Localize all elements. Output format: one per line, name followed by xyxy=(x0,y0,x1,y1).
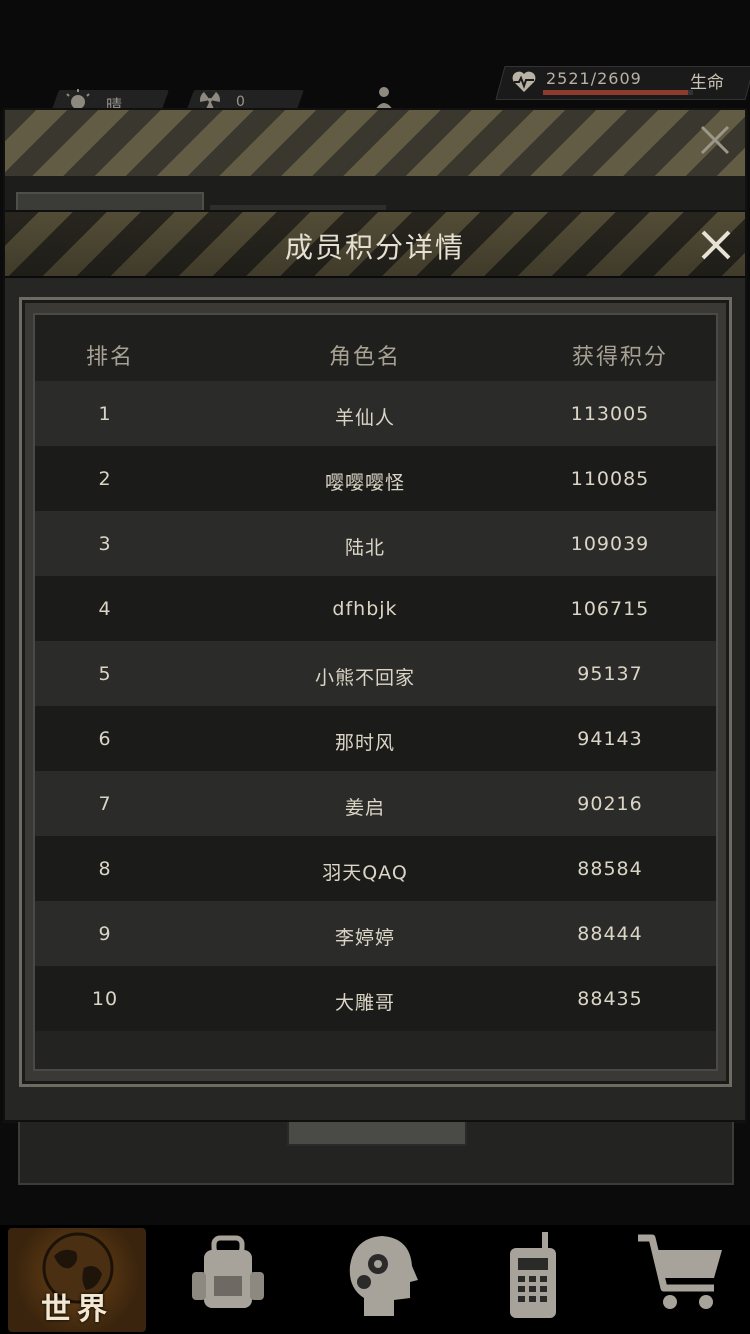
table-row: 3 陆北 109039 xyxy=(35,511,716,576)
score-cell: 94143 xyxy=(577,728,643,750)
name-cell: 嘤嘤嘤怪 xyxy=(324,472,405,494)
rank-cell: 4 xyxy=(98,598,112,620)
nav-world-label: 世界 xyxy=(41,1292,113,1327)
rank-cell: 9 xyxy=(98,923,112,945)
name-cell: dfhbjk xyxy=(332,598,398,620)
backpack-icon[interactable] xyxy=(182,1228,274,1320)
radio-icon[interactable] xyxy=(486,1228,578,1320)
rank-cell: 6 xyxy=(98,728,112,750)
rank-cell: 10 xyxy=(91,988,119,1010)
name-cell: 羽天QAQ xyxy=(322,862,408,884)
close-icon[interactable] xyxy=(699,228,733,262)
table-row: 4 dfhbjk 106715 xyxy=(35,576,716,641)
table-row: 2 嘤嘤嘤怪 110085 xyxy=(35,446,716,511)
table-row: 9 李婷婷 88444 xyxy=(35,901,716,966)
score-cell: 113005 xyxy=(570,403,650,425)
hp-bar-fill xyxy=(543,90,688,95)
hp-label: 生命 xyxy=(690,73,724,93)
table-rows: 1 羊仙人 113005 2 嘤嘤嘤怪 110085 3 陆北 109039 4 dfhbjk 106… xyxy=(35,381,716,1031)
background-button xyxy=(287,1120,467,1146)
hp-value: 2521/2609 xyxy=(546,69,642,88)
heartbeat-icon xyxy=(512,71,536,92)
name-cell: 大雕哥 xyxy=(334,992,395,1014)
score-table[interactable]: 排名 角色名 获得积分 1 羊仙人 113005 2 嘤嘤嘤怪 110085 3 陆北 1090… xyxy=(33,313,718,1071)
table-header: 排名 角色名 获得积分 xyxy=(35,315,716,381)
header-score: 获得积分 xyxy=(571,345,668,370)
rank-cell: 3 xyxy=(98,533,112,555)
score-cell: 106715 xyxy=(570,598,650,620)
name-cell: 那时风 xyxy=(334,732,395,754)
radiation-icon xyxy=(200,90,220,110)
rank-cell: 2 xyxy=(98,468,112,490)
header-rank: 排名 xyxy=(85,345,134,370)
table-row: 6 那时风 94143 xyxy=(35,706,716,771)
table-row: 7 姜启 90216 xyxy=(35,771,716,836)
weather-sun-icon xyxy=(66,89,90,108)
score-cell: 88444 xyxy=(577,923,643,945)
person-icon xyxy=(375,87,393,110)
table-row: 5 小熊不回家 95137 xyxy=(35,641,716,706)
name-cell: 李婷婷 xyxy=(334,927,395,949)
score-cell: 109039 xyxy=(570,533,650,555)
rank-cell: 5 xyxy=(98,663,112,685)
header-name: 角色名 xyxy=(328,345,401,370)
background-close-icon[interactable] xyxy=(697,122,733,158)
table-row: 10 大雕哥 88435 xyxy=(35,966,716,1031)
score-cell: 110085 xyxy=(570,468,650,490)
background-panel-header xyxy=(5,110,745,176)
score-cell: 88435 xyxy=(577,988,643,1010)
name-cell: 羊仙人 xyxy=(334,407,395,429)
rank-cell: 7 xyxy=(98,793,112,815)
skills-head-icon[interactable] xyxy=(334,1228,426,1320)
score-cell: 90216 xyxy=(577,793,643,815)
rank-cell: 8 xyxy=(98,858,112,880)
modal-title: 成员积分详情 xyxy=(284,231,465,264)
shop-cart-icon[interactable] xyxy=(634,1228,726,1320)
table-row: 1 羊仙人 113005 xyxy=(35,381,716,446)
name-cell: 小熊不回家 xyxy=(314,667,415,689)
score-cell: 88584 xyxy=(577,858,643,880)
name-cell: 姜启 xyxy=(344,797,385,819)
table-row: 8 羽天QAQ 88584 xyxy=(35,836,716,901)
rank-cell: 1 xyxy=(98,403,112,425)
name-cell: 陆北 xyxy=(344,537,385,559)
score-cell: 95137 xyxy=(577,663,643,685)
